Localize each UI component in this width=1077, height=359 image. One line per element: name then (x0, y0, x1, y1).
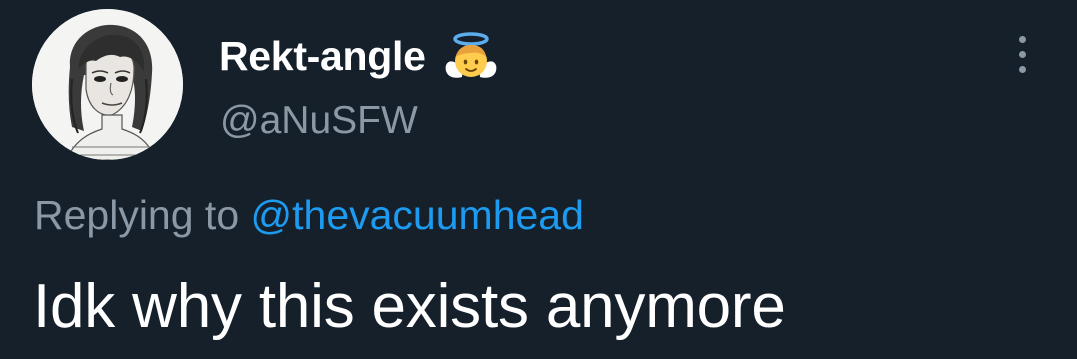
replying-to-label: Replying to (34, 192, 251, 238)
display-name[interactable]: Rekt-angle (219, 33, 426, 80)
tweet-text: Idk why this exists anymore (33, 272, 786, 341)
more-vertical-icon-dot (1018, 65, 1026, 73)
author-name-row: Rekt-angle (219, 26, 500, 86)
more-vertical-icon-dot (1018, 50, 1026, 58)
author-handle[interactable]: @aNuSFW (220, 99, 418, 143)
sketch-portrait-avatar-icon (32, 9, 183, 160)
angel-halo-emoji-icon (442, 27, 500, 85)
replying-to-line: Replying to @thevacuumhead (34, 192, 584, 239)
avatar[interactable] (32, 9, 183, 160)
reply-mention-link[interactable]: @thevacuumhead (251, 192, 584, 238)
more-vertical-icon (1018, 35, 1026, 43)
tweet: Rekt-angle @aNuSFW Replying to @thevacuu… (0, 0, 1077, 359)
more-options-button[interactable] (1000, 28, 1044, 80)
